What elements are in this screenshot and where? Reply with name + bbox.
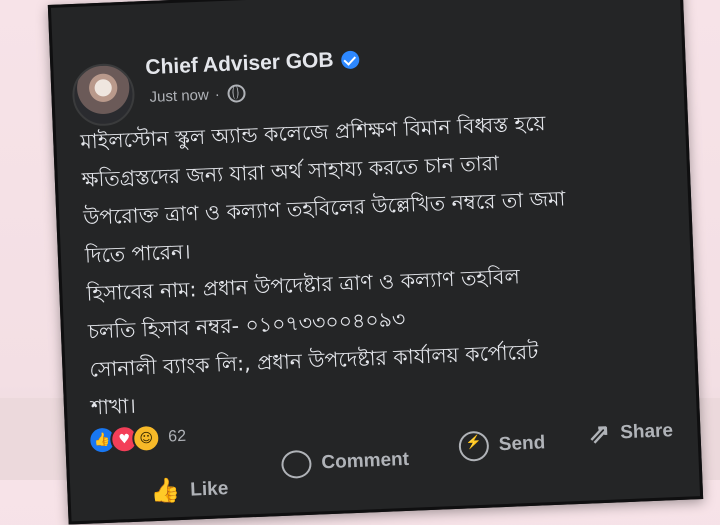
- like-button[interactable]: 👍 Like: [150, 474, 229, 506]
- comment-icon: [280, 449, 313, 479]
- haha-reaction-icon: ☺: [131, 423, 161, 453]
- reactions-summary[interactable]: 👍 ♥ ☺ 62: [87, 423, 187, 455]
- post-meta: Just now ·: [149, 84, 247, 106]
- like-label: Like: [189, 477, 229, 501]
- comment-label: Comment: [320, 448, 410, 474]
- messenger-icon: [458, 430, 490, 462]
- comment-button[interactable]: Comment: [280, 446, 410, 479]
- avatar[interactable]: [71, 62, 136, 128]
- share-icon: ⇗: [587, 417, 611, 449]
- author-name[interactable]: Chief Adviser GOB: [145, 49, 334, 81]
- share-button[interactable]: ⇗ Share: [588, 415, 674, 449]
- send-label: Send: [498, 432, 546, 456]
- post-card: ••• ✕ Chief Adviser GOB Just now · মাইলস…: [47, 0, 704, 525]
- post-header: Chief Adviser GOB: [145, 47, 360, 80]
- thumbs-up-icon: 👍: [149, 477, 181, 506]
- share-label: Share: [619, 419, 674, 443]
- post-text: মাইলস্টোন স্কুল অ্যান্ড কলেজে প্রশিক্ষণ …: [80, 103, 682, 430]
- verified-badge-icon: [341, 50, 360, 70]
- post-card-wrapper: ••• ✕ Chief Adviser GOB Just now · মাইলস…: [47, 0, 704, 525]
- send-button[interactable]: Send: [458, 428, 546, 462]
- timestamp[interactable]: Just now: [149, 86, 209, 105]
- globe-icon: [227, 84, 247, 103]
- reaction-count: 62: [167, 427, 187, 446]
- meta-separator: ·: [214, 85, 221, 103]
